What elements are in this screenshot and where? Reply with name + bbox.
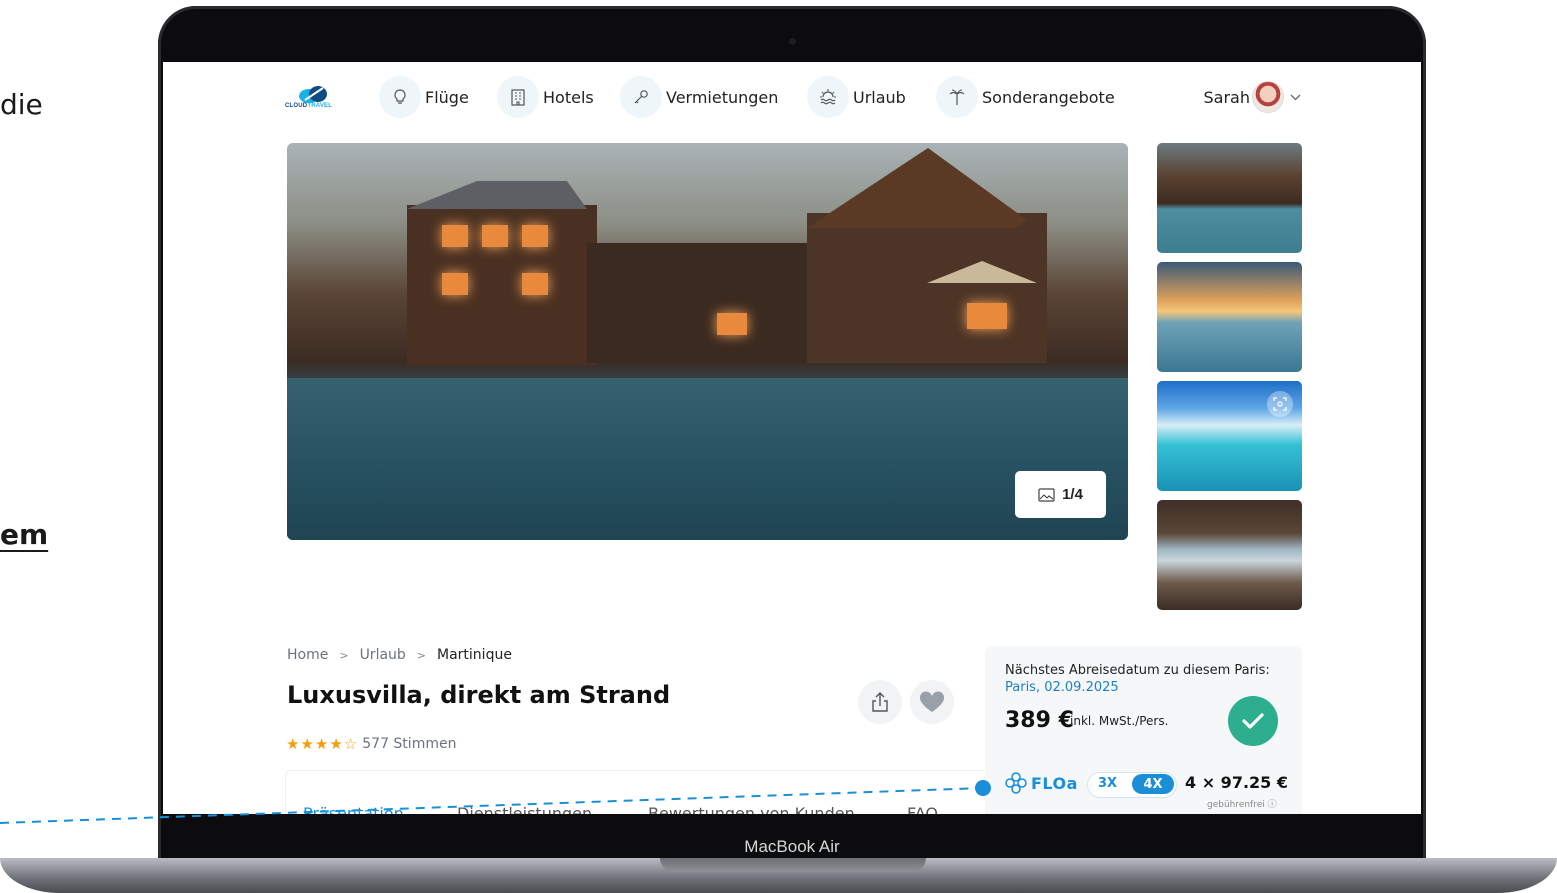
scene-house [807,213,1047,363]
camera-icon [789,38,796,45]
scene-roof [807,148,1027,228]
installment-option-3x[interactable]: 3X [1098,776,1117,791]
departure-label: Nächstes Abreisedatum zu diesem Paris: [1005,663,1270,678]
breadcrumb-home[interactable]: Home [287,647,328,663]
device-label: MacBook Air [744,837,840,856]
breadcrumb-separator: > [339,648,349,662]
nav-label: Sonderangebote [982,87,1115,107]
lightbulb-icon [379,76,421,118]
nav-label: Urlaub [853,87,906,107]
floa-brand: FLOa [1031,773,1078,793]
fee-note[interactable]: gebührenfrei ⓘ [1207,797,1277,810]
gallery-thumbnail-1[interactable] [1157,143,1302,253]
avatar [1252,81,1284,113]
chevron-down-icon [1290,90,1301,104]
background-page-text-top: die [0,88,43,121]
listing-rating: ★★★★☆ 577 Stimmen [286,735,456,753]
gallery-thumbnail-2[interactable] [1157,262,1302,372]
nav-item-vermietungen[interactable]: Vermietungen [620,76,778,118]
share-button[interactable] [858,680,902,724]
share-icon [872,692,888,712]
breadcrumb-current: Martinique [437,647,512,663]
hotel-building-icon [497,76,539,118]
gallery-counter-button[interactable]: 1/4 [1015,471,1106,518]
nav-item-urlaub[interactable]: Urlaub [807,76,906,118]
scan-icon[interactable] [1267,391,1293,417]
nav-label: Vermietungen [666,87,779,107]
floa-flower-icon [1005,772,1027,794]
installment-option-4x[interactable]: 4X [1132,774,1174,794]
logo-text: CLOUDTRAVEL [285,103,333,109]
scene-window [522,225,548,247]
tab-faq[interactable]: FAQ [907,804,938,814]
nav-label: Hotels [543,87,594,107]
background-page-link-bottom[interactable]: em [0,518,48,551]
breadcrumb: Home > Urlaub > Martinique [287,647,512,663]
scene-window [442,273,468,295]
price-note: inkl. MwSt./Pers. [1070,714,1169,728]
nav-item-fluege[interactable]: Flüge [379,76,469,118]
star-rating-icon: ★★★★☆ [286,735,359,753]
key-icon [620,76,662,118]
gallery-thumbnail-3[interactable] [1157,381,1302,491]
gallery-counter: 1/4 [1062,486,1083,503]
laptop-notch [660,858,926,872]
user-name: Sarah [1203,87,1250,107]
heart-icon [919,691,945,712]
installment-amount: 4 × 97.25 € [1185,773,1288,792]
cloudtravel-logo[interactable]: CLOUDTRAVEL [285,84,345,114]
departure-date[interactable]: Paris, 02.09.2025 [1005,680,1119,695]
tab-bewertungen[interactable]: Bewertungen von Kunden [648,804,855,814]
price-value: 389 € [1005,708,1074,733]
scene-window [442,225,468,247]
sun-waves-icon [807,76,849,118]
vote-count: 577 Stimmen [362,736,457,752]
cloud-logo-icon [299,86,327,103]
nav-item-hotels[interactable]: Hotels [497,76,594,118]
image-icon [1038,487,1055,502]
nav-label: Flüge [425,87,469,107]
breadcrumb-urlaub[interactable]: Urlaub [360,647,406,663]
user-menu[interactable]: Sarah [1204,81,1301,113]
check-icon [1242,713,1264,729]
gallery-thumbnail-4[interactable] [1157,500,1302,610]
tab-dienstleistungen[interactable]: Dienstleistungen [457,804,592,814]
breadcrumb-separator: > [416,648,427,662]
listing-title: Luxusvilla, direkt am Strand [287,681,671,709]
floa-logo: FLOa [1005,772,1078,794]
laptop-screen: CLOUDTRAVEL Flüge Hotels Vermietungen Ur… [163,62,1421,814]
tab-praesentation[interactable]: Präsentation [303,804,404,814]
scene-window [522,273,548,295]
favorite-button[interactable] [910,680,954,724]
price-card: Nächstes Abreisedatum zu diesem Paris: P… [985,646,1302,814]
scene-window [482,225,508,247]
scene-pool [287,378,1128,540]
scene-window [967,303,1007,329]
top-navigation: CLOUDTRAVEL Flüge Hotels Vermietungen Ur… [163,62,1421,134]
palm-tree-icon [936,76,978,118]
confirm-button[interactable] [1228,696,1278,746]
nav-item-sonderangebote[interactable]: Sonderangebote [936,76,1115,118]
scene-window [717,313,747,335]
main-gallery-image[interactable]: 1/4 [287,143,1128,540]
